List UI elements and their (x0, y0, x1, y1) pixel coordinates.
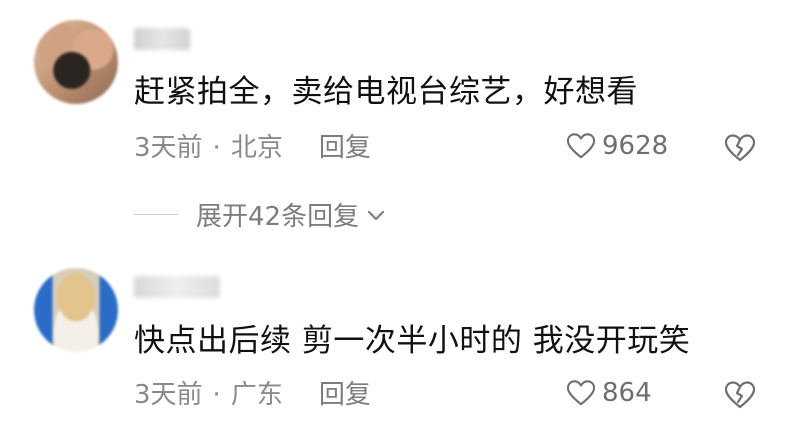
broken-heart-icon (724, 381, 756, 409)
comment-location: 北京 (230, 133, 283, 163)
dislike-button[interactable] (724, 133, 756, 167)
comment-time: 3天前 (134, 380, 203, 410)
comment-item: 快点出后续 剪一次半小时的 我没开玩笑 3天前 · 广东 回复 864 (0, 250, 800, 438)
divider-line (134, 214, 178, 215)
chevron-down-icon (367, 210, 385, 220)
comment-location: 广东 (230, 380, 283, 410)
reply-button[interactable]: 回复 (319, 380, 371, 410)
comment-time: 3天前 (134, 133, 203, 163)
heart-outline-icon (566, 380, 596, 406)
username-blurred[interactable] (134, 276, 220, 298)
expand-replies-label: 展开42条回复 (196, 202, 360, 232)
comment-item: 赶紧拍全，卖给电视台综艺，好想看 3天前 · 北京 回复 9628 展开42条回复 (0, 0, 800, 240)
like-count: 864 (602, 378, 652, 408)
reply-button[interactable]: 回复 (319, 133, 371, 163)
comment-meta: 3天前 · 广东 回复 (134, 378, 371, 412)
meta-separator: · (212, 133, 221, 163)
meta-separator: · (212, 380, 221, 410)
like-count: 9628 (602, 131, 669, 161)
broken-heart-icon (724, 134, 756, 162)
avatar[interactable] (34, 20, 118, 104)
like-button[interactable]: 9628 (566, 131, 668, 161)
heart-outline-icon (566, 133, 596, 159)
username-blurred[interactable] (134, 28, 190, 50)
comment-meta: 3天前 · 北京 回复 (134, 131, 371, 165)
avatar[interactable] (34, 268, 118, 352)
dislike-button[interactable] (724, 380, 756, 414)
expand-replies-button[interactable]: 展开42条回复 (134, 196, 387, 233)
like-button[interactable]: 864 (566, 378, 652, 408)
comment-text: 快点出后续 剪一次半小时的 我没开玩笑 (134, 323, 691, 359)
comment-text: 赶紧拍全，卖给电视台综艺，好想看 (134, 74, 638, 110)
